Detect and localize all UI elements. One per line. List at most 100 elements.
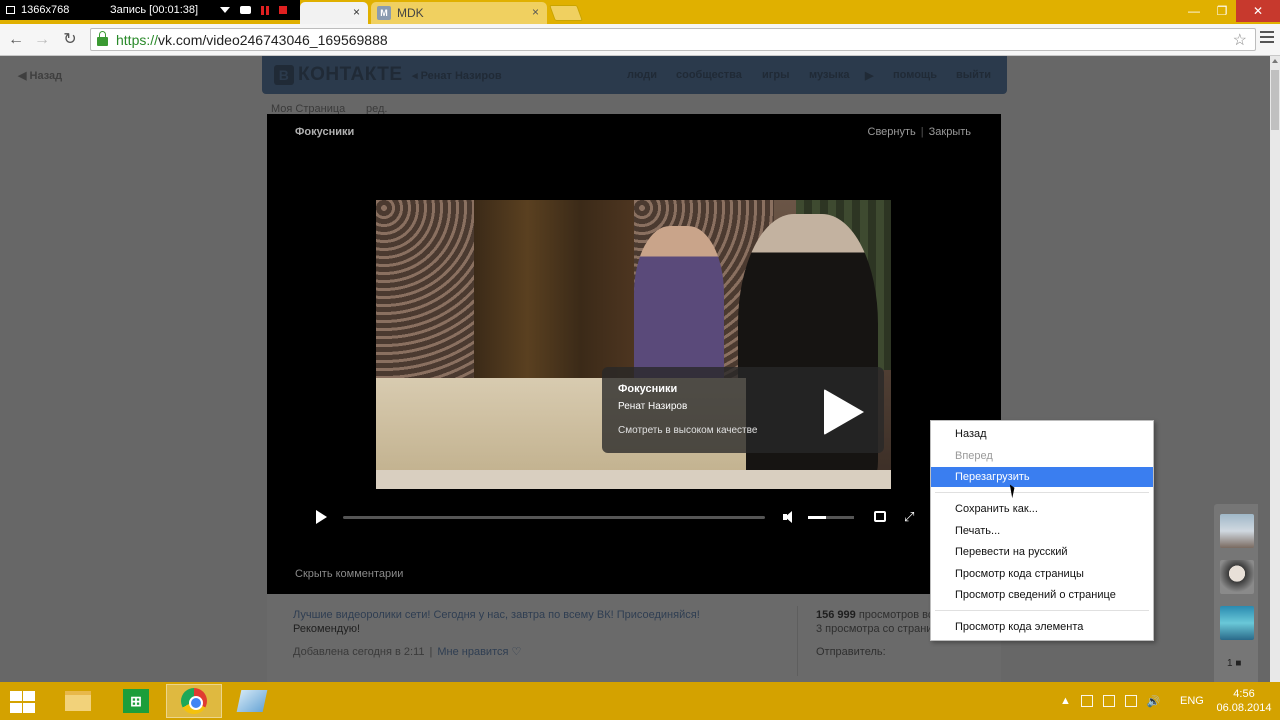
actions-separator: | (920, 126, 924, 138)
overlay-author[interactable]: Ренат Назиров (618, 401, 687, 412)
video-actions: Свернуть | Закрыть (868, 126, 971, 138)
flag-icon[interactable] (1080, 695, 1093, 707)
video-recommend: Рекомендую! (293, 623, 361, 635)
menu-item-back[interactable]: Назад (931, 424, 1153, 444)
lock-icon (97, 31, 108, 46)
volume-icon[interactable]: 🔊 (1147, 695, 1161, 708)
back-link[interactable]: ◀ Назад (18, 69, 62, 82)
menu-item-inspect[interactable]: Просмотр кода элемента (931, 617, 1153, 637)
url-text[interactable]: https://vk.com/video246743046_169569888 (116, 32, 388, 48)
restore-button[interactable]: ❐ (1208, 0, 1236, 22)
play-icon[interactable] (824, 389, 864, 435)
menu-music[interactable]: музыка (809, 69, 849, 81)
back-label: Назад (29, 70, 63, 82)
taskbar-chrome[interactable] (166, 684, 222, 718)
address-bar[interactable]: https://vk.com/video246743046_169569888 … (90, 28, 1256, 51)
menu-item-page-info[interactable]: Просмотр сведений о странице (931, 585, 1153, 605)
avatar[interactable] (1220, 514, 1254, 548)
volume-slider[interactable] (808, 516, 854, 519)
menu-item-save-as[interactable]: Сохранить как... (931, 499, 1153, 519)
tray-expand-icon[interactable]: ▲ (1060, 695, 1071, 707)
battery-icon[interactable] (1124, 695, 1137, 707)
play-icon[interactable] (316, 510, 327, 524)
avatar[interactable] (1220, 606, 1254, 640)
camera-icon[interactable] (240, 6, 251, 14)
close-icon[interactable]: × (353, 5, 360, 19)
start-icon[interactable] (8, 690, 36, 714)
recorder-resolution: 1366x768 (6, 4, 96, 16)
video-frame[interactable]: Фокусники Ренат Назиров Смотреть в высок… (376, 200, 891, 489)
volume-fill (808, 516, 827, 519)
overlay-hq-link[interactable]: Смотреть в высоком качестве (618, 425, 757, 436)
views-count: 156 999 просмотров вс (816, 609, 941, 621)
menu-item-translate[interactable]: Перевести на русский (931, 542, 1153, 562)
vk-logo[interactable]: В КОНТАКТЕ (274, 64, 403, 86)
tab-vk[interactable]: × (300, 2, 368, 24)
taskbar-explorer[interactable] (50, 684, 106, 718)
language-indicator[interactable]: ENG (1180, 695, 1204, 707)
close-video-link[interactable]: Закрыть (929, 126, 971, 138)
back-arrow-icon[interactable]: ← (6, 30, 26, 50)
scrollbar-thumb[interactable] (1271, 70, 1279, 130)
volume-icon[interactable] (783, 511, 795, 523)
network-icon[interactable] (1102, 695, 1115, 707)
recorder-resolution-label: 1366x768 (21, 4, 70, 16)
loop-icon[interactable] (874, 511, 886, 522)
menu-item-view-source[interactable]: Просмотр кода страницы (931, 564, 1153, 584)
tab-strip: 1366x768 Запись [00:01:38] × М MDK × — ❐… (0, 0, 1280, 24)
vk-logo-icon: В (274, 65, 294, 85)
added-date: Добавлена сегодня в 2:11 (293, 646, 425, 658)
like-link[interactable]: Мне нравится ♡ (437, 646, 521, 658)
star-icon[interactable]: ☆ (1233, 30, 1247, 50)
fullscreen-icon[interactable]: ⤢ (904, 510, 917, 523)
menu-separator (935, 492, 1149, 493)
menu-games[interactable]: игры (762, 69, 789, 81)
collapse-link[interactable]: Свернуть (868, 126, 916, 138)
url-path: vk.com/video246743046_169569888 (158, 31, 388, 48)
context-menu: Назад Вперед Перезагрузить Сохранить как… (930, 420, 1154, 641)
stop-icon[interactable] (279, 6, 287, 14)
taskbar-store[interactable]: ⊞ (108, 684, 164, 718)
menu-item-print[interactable]: Печать... (931, 521, 1153, 541)
menu-logout[interactable]: выйти (956, 69, 991, 81)
video-overlay[interactable]: Фокусники Ренат Назиров Смотреть в высок… (602, 367, 884, 453)
clock[interactable]: 4:56 06.08.2014 (1214, 687, 1274, 715)
menu-item-forward[interactable]: Вперед (931, 446, 1153, 466)
minimize-button[interactable]: — (1180, 0, 1208, 22)
window-controls: — ❐ ✕ (1180, 0, 1280, 22)
menu-help[interactable]: помощь (893, 69, 937, 81)
pause-icon[interactable] (261, 5, 269, 15)
video-added: Добавлена сегодня в 2:11 | Мне нравится ♡ (293, 645, 521, 658)
video-description[interactable]: Лучшие видеоролики сети! Сегодня у нас, … (293, 609, 700, 621)
friends-count-number: 1 (1227, 658, 1233, 669)
chevron-down-icon[interactable] (220, 7, 230, 13)
hide-comments-link[interactable]: Скрыть комментарии (295, 568, 403, 580)
scroll-up-icon[interactable] (1272, 59, 1278, 63)
forward-arrow-icon[interactable]: → (32, 30, 52, 50)
reload-icon[interactable]: ↻ (60, 30, 80, 50)
scrollbar[interactable] (1270, 56, 1280, 682)
tab-mdk[interactable]: М MDK × (371, 2, 547, 24)
progress-bar[interactable] (343, 516, 765, 519)
vk-user-link[interactable]: ◂ Ренат Назиров (412, 69, 502, 82)
new-tab-button[interactable] (549, 5, 583, 21)
menu-people[interactable]: люди (627, 69, 657, 81)
video-title: Фокусники (295, 126, 355, 138)
window-close-button[interactable]: ✕ (1236, 0, 1280, 22)
avatar[interactable] (1220, 560, 1254, 594)
taskbar-app[interactable] (224, 684, 280, 718)
music-play-icon[interactable]: ▶ (865, 69, 873, 82)
clock-time: 4:56 (1233, 688, 1255, 700)
url-scheme: https:// (116, 31, 159, 48)
close-icon[interactable]: × (532, 5, 539, 19)
friends-count[interactable]: 1 ■ (1227, 658, 1241, 669)
video-controls: ⤢ (267, 504, 1001, 534)
menu-item-reload[interactable]: Перезагрузить (931, 467, 1153, 487)
video-info: Лучшие видеоролики сети! Сегодня у нас, … (267, 594, 1001, 682)
views-label: просмотров вс (858, 609, 934, 621)
menu-communities[interactable]: сообщества (676, 69, 742, 81)
chrome-icon (181, 688, 207, 714)
back-arrow-icon: ◀ (18, 70, 30, 82)
views-number: 156 999 (816, 609, 856, 621)
menu-icon[interactable] (1260, 31, 1274, 45)
